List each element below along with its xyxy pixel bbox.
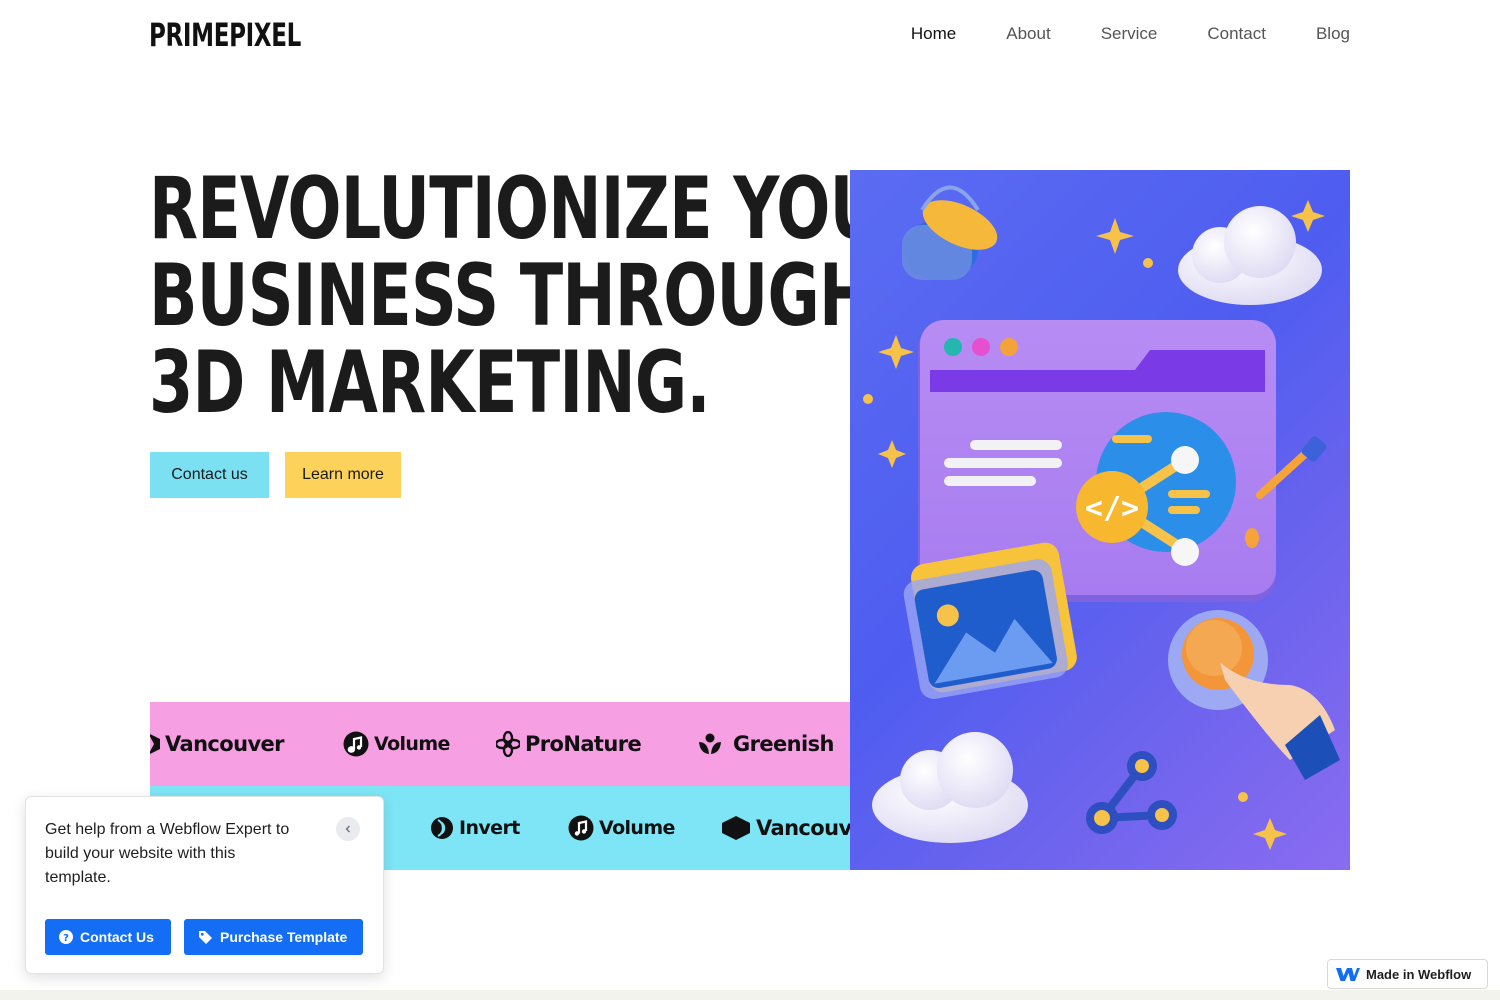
share-connector-icon (1086, 751, 1177, 834)
question-circle-icon: ? (59, 930, 73, 944)
flower-icon (496, 731, 520, 757)
popup-collapse-button[interactable] (336, 817, 360, 841)
popup-contact-us-button[interactable]: ? Contact Us (45, 919, 171, 955)
popup-purchase-label: Purchase Template (220, 929, 348, 945)
hero-title-line: 3D MARKETING. (149, 333, 711, 433)
popup-contact-label: Contact Us (80, 929, 154, 945)
brand-logo-greenish: Greenish (698, 702, 834, 786)
sprout-icon (699, 733, 721, 754)
brand-logo-pronature: ProNature (496, 702, 642, 786)
vancouver-logo-icon (150, 734, 160, 754)
music-note-icon (343, 731, 369, 757)
hero-3d-illustration: </> (850, 170, 1350, 870)
site-logo[interactable]: PRIMEPIXEL (149, 14, 301, 56)
brand-name: Vancouver (756, 816, 850, 840)
price-tag-icon (199, 930, 212, 944)
brand-logo-invert: Invert (430, 786, 520, 870)
logo-band-pink: Vancouver Volume ProNature Greenish (150, 702, 850, 786)
invert-logo-icon (431, 817, 453, 839)
nav-blog[interactable]: Blog (1316, 22, 1350, 46)
brand-logo-volume-2: Volume (568, 786, 675, 870)
image-card-icon (903, 542, 1077, 699)
vancouver-logo-icon (722, 816, 750, 840)
footer-strip (0, 990, 1500, 1000)
svg-text:</>: </> (1085, 491, 1139, 526)
brand-name: ProNature (525, 732, 642, 756)
brand-name: Invert (459, 817, 520, 839)
contact-us-button[interactable]: Contact us (150, 452, 269, 498)
svg-text:?: ? (63, 933, 69, 944)
cloud-icon (872, 732, 1028, 843)
hero-title: REVOLUTIONIZE YOUR BUSINESS THROUGH 3D M… (149, 159, 930, 433)
nav-contact[interactable]: Contact (1207, 22, 1266, 46)
chevron-left-icon (345, 825, 350, 833)
popup-purchase-template-button[interactable]: Purchase Template (184, 919, 363, 955)
music-note-icon (568, 815, 594, 841)
badge-label: Made in Webflow (1366, 966, 1472, 982)
hero-title-line: REVOLUTIONIZE YOUR (149, 159, 930, 259)
brand-name: Volume (374, 733, 450, 755)
tap-hand-icon (1168, 610, 1340, 780)
3d-marketing-illustration: </> (863, 185, 1340, 850)
hero-title-line: BUSINESS THROUGH (149, 246, 872, 346)
brand-logo-vancouver-2: Vancouver (721, 786, 850, 870)
webflow-help-popup: Get help from a Webflow Expert to build … (25, 796, 384, 974)
made-in-webflow-badge[interactable]: Made in Webflow (1327, 959, 1488, 989)
nav-service[interactable]: Service (1101, 22, 1158, 46)
brand-name: Greenish (733, 732, 834, 756)
nav-home[interactable]: Home (911, 22, 956, 46)
webflow-logo-icon (1336, 968, 1360, 981)
paint-bucket-icon (902, 185, 998, 280)
popup-message: Get help from a Webflow Expert to build … (45, 821, 290, 886)
cloud-icon (1178, 206, 1322, 305)
brand-logo-vancouver: Vancouver (150, 702, 285, 786)
main-nav: Home About Service Contact Blog (911, 22, 1350, 46)
brand-name: Vancouver (165, 732, 285, 756)
nav-about[interactable]: About (1006, 22, 1050, 46)
brand-name: Volume (599, 817, 675, 839)
learn-more-button[interactable]: Learn more (285, 452, 401, 498)
brand-logo-volume: Volume (343, 702, 450, 786)
